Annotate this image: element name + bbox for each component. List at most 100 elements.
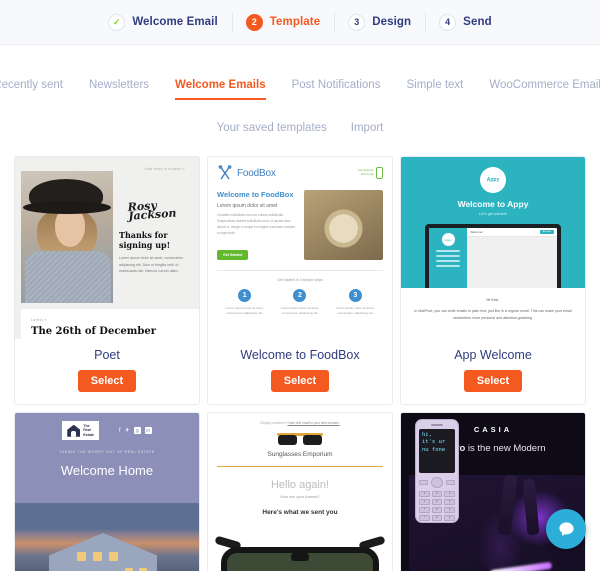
template-card-app-welcome[interactable]: Appy Welcome to Appy Let's get started! … [400,156,586,405]
get-started-button: Get Started [217,249,249,260]
select-button[interactable]: Select [77,370,137,392]
template-category-nav: Recently sent Newsletters Welcome Emails… [0,45,600,134]
subtab-import[interactable]: Import [351,122,384,134]
preview-body: Lorem ipsum dolor sit amet, consectetur … [119,255,183,274]
chat-bubble-icon [558,521,574,536]
card-footer: App Welcome Select [401,339,585,404]
preview-body: In MailPoet, you can write emails in pla… [414,309,572,320]
linkedin-icon[interactable]: in [144,427,152,435]
signature: Rosy Jackson [118,199,191,223]
wizard-step-header: ✓ Welcome Email 2 Template 3 Design 4 Se… [0,0,600,45]
house-photo [15,503,199,571]
step-number-badge: 3 [348,13,366,31]
step-text: Lorem ipsum dolor sit amet, consectetur … [225,305,264,316]
preview-heading: Welcome to Appy [457,199,529,209]
tab-woocommerce-emails[interactable]: WooCommerce Emails [489,79,600,98]
divider [217,466,383,467]
preview-subheading: Lorem ipsum dolor sit amet [217,203,278,209]
template-title: Welcome to FoodBox [240,348,360,362]
check-icon: ✓ [108,13,126,31]
template-grid: View email in browser » Rosy Jackson Tha… [0,156,600,571]
facebook-icon[interactable]: f [119,428,121,434]
tagline-rest: is the new Modern [465,443,546,454]
preview-heading: Thanks for signing up! [119,229,171,250]
wizard-step-template[interactable]: 2 Template [232,13,334,31]
card-footer: Welcome to FoodBox Select [208,339,392,404]
divider [217,269,383,271]
wizard-steps: ✓ Welcome Email 2 Template 3 Design 4 Se… [94,13,506,31]
select-button[interactable]: Select [463,370,523,392]
chat-widget-button[interactable] [546,509,586,549]
house-icon [67,424,81,437]
wizard-step-label: Welcome Email [132,16,218,28]
sunglasses-icon [277,433,323,446]
wizard-step-welcome-email[interactable]: ✓ Welcome Email [94,13,231,31]
phone-screen-text: hi, it's ur nu fone [419,428,455,473]
step-number: 2 [293,288,307,302]
laptop-mockup: Appy Welcome! All items [425,224,561,288]
step-number-badge: 4 [439,13,457,31]
preview-greeting: Hi Kim, [486,297,500,302]
preview-subheading: How are your frames? [280,494,320,499]
tab-welcome-emails[interactable]: Welcome Emails [175,79,266,100]
app-download-text: Download our iPhone app [357,169,374,176]
signature-last: Jackson [127,206,177,224]
google-plus-icon[interactable]: g [133,427,141,435]
step-item: 2 Lorem ipsum dolor sit amet, consectetu… [275,288,325,323]
template-card-real-estate[interactable]: The Real Estate f ✈ g in TAKING THE WORR… [14,412,200,571]
preview-tagline: TAKING THE WORRY OUT OF REAL ESTATE [59,450,155,455]
tab-simple-text[interactable]: Simple text [406,79,463,98]
step-number: 1 [238,288,252,302]
preheader-text: View email in browser » [144,167,185,171]
twitter-icon[interactable]: ✈ [125,427,130,434]
template-title: App Welcome [454,348,532,362]
step-text: Lorem ipsum dolor sit amet, consectetur … [336,305,375,316]
select-button[interactable]: Select [270,370,330,392]
tab-recently-sent[interactable]: Recently sent [0,79,63,98]
template-thumbnail-sunglasses: Display problems? Open this email in you… [208,413,392,571]
template-thumbnail-poet: View email in browser » Rosy Jackson Tha… [15,157,199,339]
template-thumbnail-real-estate: The Real Estate f ✈ g in TAKING THE WORR… [15,413,199,571]
template-card-poet[interactable]: View email in browser » Rosy Jackson Tha… [14,156,200,405]
wizard-step-send[interactable]: 4 Send [425,13,506,31]
template-card-sunglasses[interactable]: Display problems? Open this email in you… [207,412,393,571]
wizard-step-label: Design [372,16,412,28]
subtab-your-saved-templates[interactable]: Your saved templates [217,122,327,134]
tab-post-notifications[interactable]: Post Notifications [292,79,381,98]
wizard-step-label: Send [463,16,492,28]
step-number-badge: 2 [245,13,263,31]
preview-subheading: Let's get started! [479,212,507,216]
feature-phone-mockup: hi, it's ur nu fone 123 456 789 * 0 # [415,419,459,523]
brand-name: Sunglasses Emporium [267,451,333,458]
preview-heading: Welcome to FoodBox [217,190,294,199]
food-photo [303,190,383,260]
steps-heading: Get started in 3 simple steps [277,277,323,282]
wizard-step-design[interactable]: 3 Design [334,13,425,31]
preview-body: Curabitur sollicitudin eros eu cursus so… [217,213,295,235]
preheader-text: Display problems? Open this email in you… [260,421,340,425]
template-card-foodbox[interactable]: FoodBox Download our iPhone app Welcome t… [207,156,393,405]
card-footer: Poet Select [15,339,199,404]
screen-title: Welcome! [470,230,483,234]
logo-text: The Real Estate [83,424,95,437]
step-item: 1 Lorem ipsum dolor sit amet, consectetu… [220,288,270,323]
section-title: Here's what we sent you [262,509,338,516]
fork-knife-icon [218,165,232,180]
keypad: 123 456 789 * 0 # [419,476,456,521]
template-title: Poet [94,348,120,362]
app-download-badge: Download our iPhone app [358,167,383,179]
step-text: Lorem ipsum dolor sit amet, consectetur … [280,305,320,316]
speaker-grille [431,424,443,426]
social-links: f ✈ g in [119,427,152,435]
foodbox-logo: FoodBox [217,165,276,181]
sunglasses-photo [214,535,386,571]
tab-newsletters[interactable]: Newsletters [89,79,149,98]
step-item: 3 Lorem ipsum dolor sit amet, consectetu… [330,288,380,323]
real-estate-logo: The Real Estate [62,421,100,441]
step-number: 3 [348,288,362,302]
template-thumbnail-app-welcome: Appy Welcome to Appy Let's get started! … [401,157,585,339]
preheader-link[interactable]: Open this email in your web browser. [287,421,339,425]
preview-heading: Welcome Home [60,463,154,479]
wizard-step-label: Template [269,16,321,28]
phone-icon [376,167,383,179]
